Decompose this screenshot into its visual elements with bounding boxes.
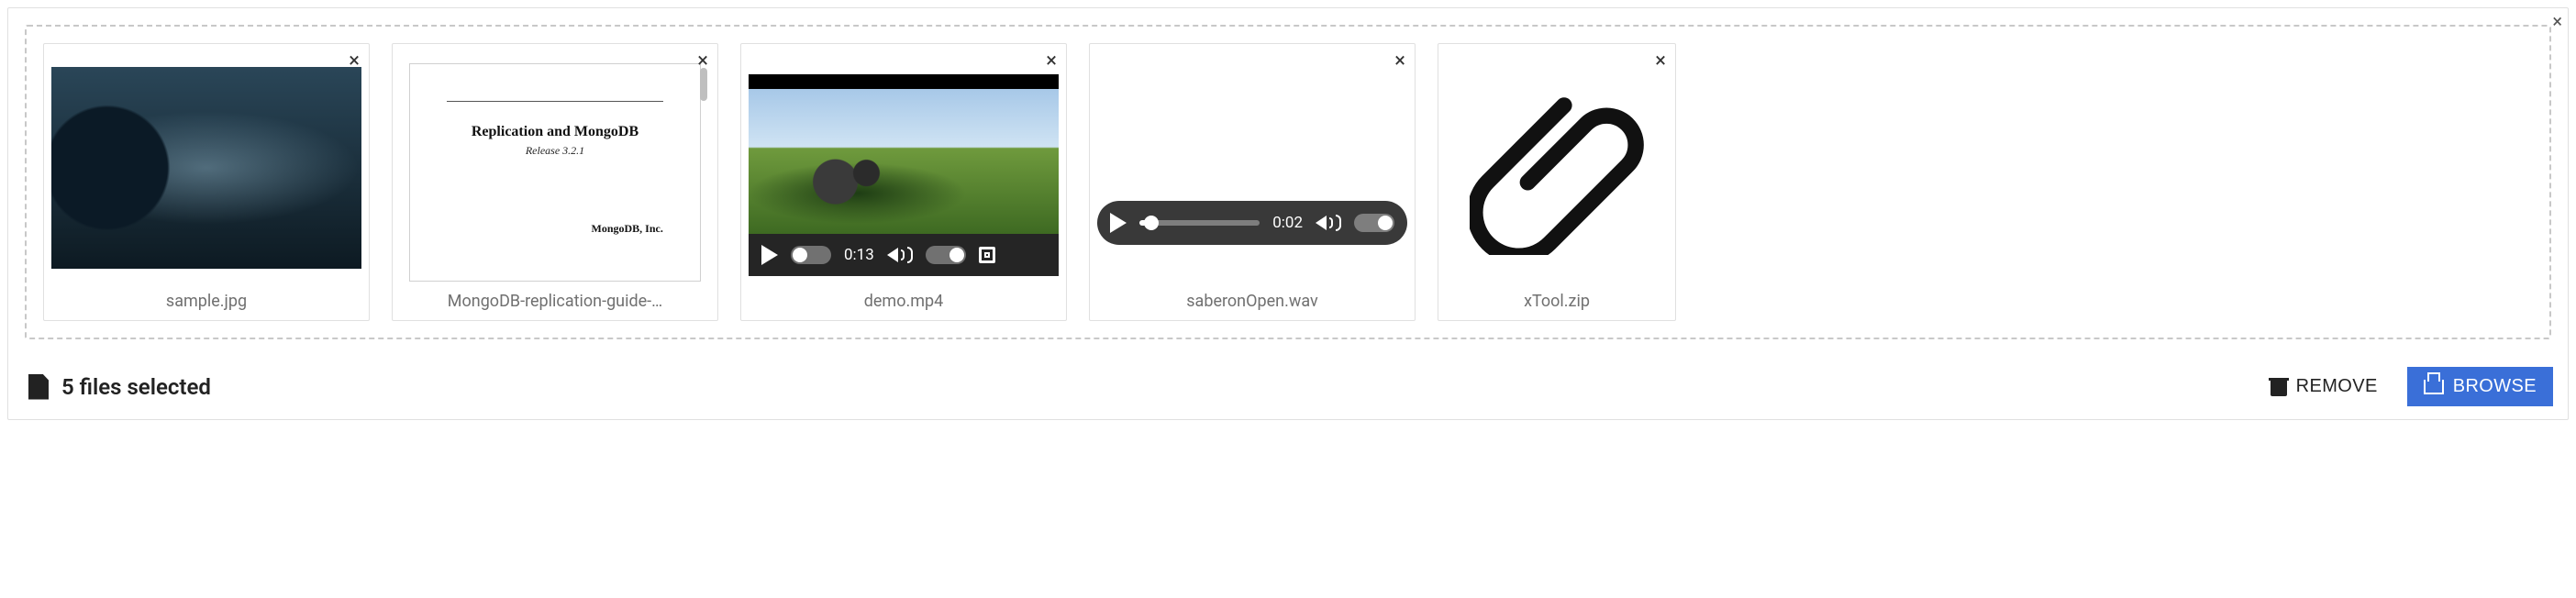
- remove-file-icon[interactable]: ×: [1394, 51, 1405, 72]
- file-card: × xTool.zip: [1438, 43, 1676, 321]
- footer-bar: 5 files selected REMOVE BROWSE: [8, 356, 2568, 419]
- document-preview: Replication and MongoDB Release 3.2.1 Mo…: [409, 63, 701, 282]
- progress-knob[interactable]: [791, 246, 831, 264]
- file-icon: [28, 374, 49, 400]
- play-icon[interactable]: [761, 245, 778, 265]
- video-controls: 0:13: [749, 234, 1059, 276]
- document-footer: MongoDB, Inc.: [447, 222, 663, 236]
- file-name-label: MongoDB-replication-guide-…: [393, 288, 717, 313]
- trash-icon: [2271, 378, 2287, 396]
- file-card: × 0:02 saberonOpen.wav: [1089, 43, 1416, 321]
- document-subtitle: Release 3.2.1: [447, 144, 663, 158]
- volume-knob[interactable]: [926, 246, 966, 264]
- remove-file-icon[interactable]: ×: [697, 51, 708, 72]
- file-name-label: saberonOpen.wav: [1090, 288, 1415, 313]
- remove-button-label: REMOVE: [2296, 376, 2378, 397]
- video-time: 0:13: [844, 246, 874, 264]
- remove-file-icon[interactable]: ×: [1655, 51, 1666, 72]
- document-title: Replication and MongoDB: [447, 124, 663, 140]
- play-icon[interactable]: [1110, 213, 1127, 233]
- remove-file-icon[interactable]: ×: [349, 51, 360, 72]
- file-thumbnail[interactable]: Replication and MongoDB Release 3.2.1 Mo…: [400, 51, 710, 284]
- clear-all-close-icon[interactable]: ×: [2552, 12, 2562, 30]
- video-preview: 0:13: [749, 74, 1059, 276]
- video-frame: [749, 89, 1059, 234]
- dropzone[interactable]: × sample.jpg × Replication and MongoDB R…: [25, 25, 2551, 339]
- audio-progress-track[interactable]: [1139, 220, 1260, 226]
- file-card: × sample.jpg: [43, 43, 370, 321]
- browse-button[interactable]: BROWSE: [2407, 367, 2553, 406]
- file-name-label: demo.mp4: [741, 288, 1066, 313]
- volume-icon[interactable]: [1316, 215, 1341, 231]
- file-card: × 0:13 demo.mp4: [740, 43, 1067, 321]
- volume-knob[interactable]: [1354, 214, 1394, 232]
- tray-icon: [2424, 380, 2444, 394]
- file-thumbnail[interactable]: 0:13: [749, 51, 1059, 284]
- preview-scrollbar[interactable]: [700, 68, 707, 101]
- file-card: × Replication and MongoDB Release 3.2.1 …: [392, 43, 718, 321]
- volume-icon[interactable]: [887, 247, 913, 263]
- file-name-label: sample.jpg: [44, 288, 369, 313]
- file-name-label: xTool.zip: [1438, 288, 1675, 313]
- attachment-icon: [1470, 81, 1644, 255]
- remove-file-icon[interactable]: ×: [1046, 51, 1057, 72]
- remove-button[interactable]: REMOVE: [2254, 367, 2394, 406]
- file-thumbnail[interactable]: [1446, 51, 1668, 284]
- file-upload-panel: × × sample.jpg × Replication and MongoDB…: [7, 7, 2569, 420]
- file-thumbnail[interactable]: [51, 51, 361, 284]
- fullscreen-icon[interactable]: [979, 247, 995, 263]
- divider: [447, 101, 663, 102]
- browse-button-label: BROWSE: [2453, 376, 2537, 397]
- selection-status: 5 files selected: [61, 374, 211, 400]
- audio-time: 0:02: [1272, 214, 1303, 232]
- image-preview: [51, 67, 361, 269]
- audio-controls: 0:02: [1097, 201, 1407, 245]
- file-thumbnail[interactable]: 0:02: [1097, 51, 1407, 284]
